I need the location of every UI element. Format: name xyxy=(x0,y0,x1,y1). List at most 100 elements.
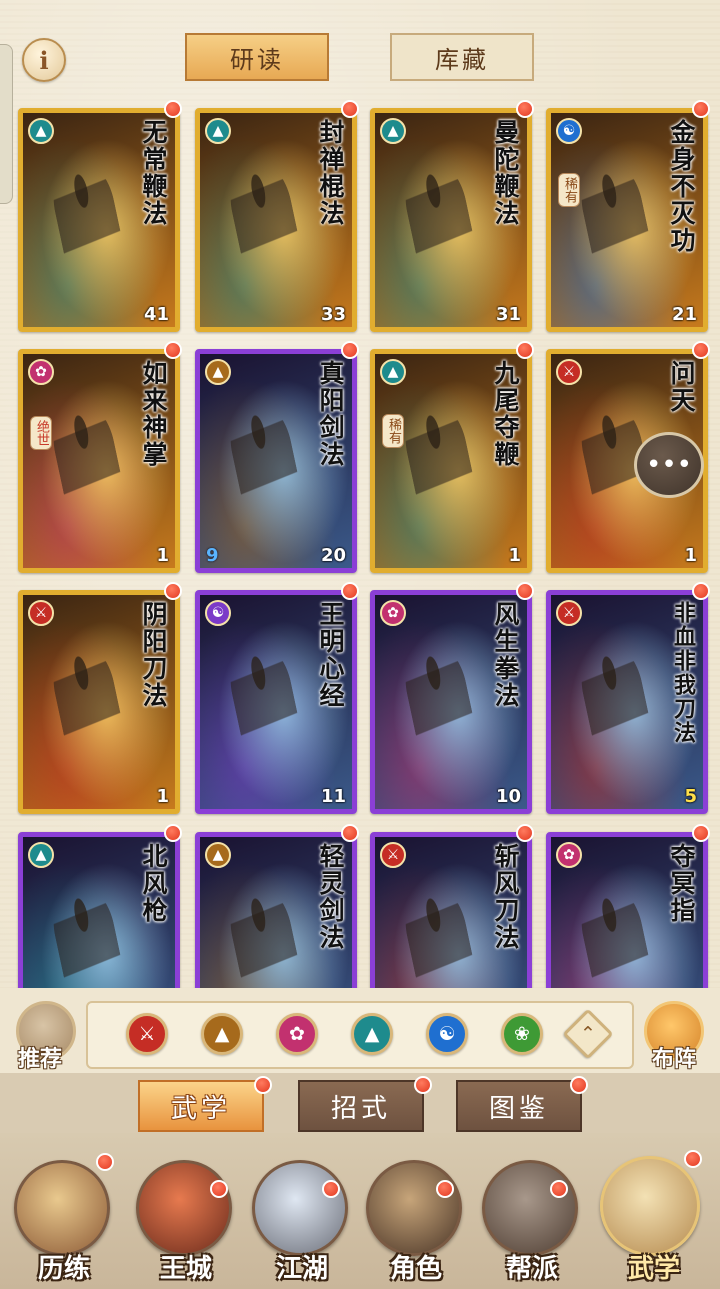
skill-card[interactable]: ✿ 夺冥指 xyxy=(546,832,708,988)
nav-guild-label[interactable]: 帮派 xyxy=(482,1248,582,1285)
notification-dot xyxy=(341,341,359,359)
leaf-icon[interactable]: ❀ xyxy=(501,1013,543,1055)
fan-icon: ▲ xyxy=(380,359,406,385)
skill-title: 真阳剑法 xyxy=(316,360,345,468)
skill-count: 21 xyxy=(671,304,697,325)
notification-dot xyxy=(692,824,710,842)
lotus-icon[interactable]: ✿ xyxy=(276,1013,318,1055)
nav-guild-icon[interactable] xyxy=(482,1160,578,1256)
notification-dot xyxy=(341,824,359,842)
skill-card[interactable]: ▲ 北风枪 xyxy=(18,832,180,988)
skill-card[interactable]: ⚔ 阴阳刀法 1 xyxy=(18,590,180,814)
skill-count: 31 xyxy=(495,304,521,325)
lotus-icon: ✿ xyxy=(28,359,54,385)
skill-title: 北风枪 xyxy=(139,843,168,924)
skill-card[interactable]: ⚔ 斩风刀法 xyxy=(370,832,532,988)
skill-count: 11 xyxy=(320,786,346,807)
skill-count: 1 xyxy=(156,545,169,566)
lotus-icon: ✿ xyxy=(380,600,406,626)
sword-icon[interactable]: ▲ xyxy=(201,1013,243,1055)
nav-character-label[interactable]: 角色 xyxy=(366,1248,466,1285)
fan-icon: ▲ xyxy=(28,118,54,144)
notification-dot xyxy=(436,1180,454,1198)
skill-card[interactable]: ▲ 真阳剑法 9 20 xyxy=(195,349,357,573)
skill-count: 1 xyxy=(156,786,169,807)
notification-dot xyxy=(692,341,710,359)
info-icon[interactable]: i xyxy=(22,38,66,82)
nav-character-icon[interactable] xyxy=(366,1160,462,1256)
skill-count: 5 xyxy=(684,786,697,807)
skill-title: 风生拳法 xyxy=(491,601,520,709)
skill-count: 10 xyxy=(495,786,521,807)
sword-icon: ▲ xyxy=(205,842,231,868)
notification-dot xyxy=(692,582,710,600)
skill-card[interactable]: ☯ 稀有 金身不灭功 21 xyxy=(546,108,708,332)
nav-martial-label[interactable]: 武学 xyxy=(604,1248,704,1285)
blade-icon: ⚔ xyxy=(556,600,582,626)
blade-icon: ⚔ xyxy=(556,359,582,385)
blade-icon[interactable]: ⚔ xyxy=(126,1013,168,1055)
subtab-atlas[interactable]: 图鉴 xyxy=(456,1080,582,1132)
notification-dot xyxy=(164,582,182,600)
skill-card[interactable]: ▲ 无常鞭法 41 xyxy=(18,108,180,332)
fan-icon[interactable]: ▲ xyxy=(351,1013,393,1055)
notification-dot xyxy=(164,341,182,359)
skill-card[interactable]: ▲ 曼陀鞭法 31 xyxy=(370,108,532,332)
skill-title: 非血非我刀法 xyxy=(670,601,696,745)
notification-dot xyxy=(341,100,359,118)
tab-study[interactable]: 研读 xyxy=(185,33,329,81)
notification-dot xyxy=(341,582,359,600)
skill-count: 41 xyxy=(143,304,169,325)
skill-card[interactable]: ▲ 轻灵剑法 xyxy=(195,832,357,988)
subtab-moves[interactable]: 招式 xyxy=(298,1080,424,1132)
notification-dot xyxy=(684,1150,702,1168)
yin-yang-icon[interactable]: ☯ xyxy=(426,1013,468,1055)
yin-yang-icon: ☯ xyxy=(556,118,582,144)
notification-dot xyxy=(414,1076,432,1094)
notification-dot xyxy=(96,1153,114,1171)
yin-yang-icon: ☯ xyxy=(205,600,231,626)
side-drawer-tab[interactable] xyxy=(0,44,13,204)
skill-card[interactable]: ▲ 稀有 九尾夺鞭 1 xyxy=(370,349,532,573)
card-grid: ▲ 无常鞭法 41 ▲ 封禅棍法 33 ▲ 曼陀鞭法 31 ☯ 稀有 金身不灭功 21 ✿ 绝世 如来神掌 1 ▲… xyxy=(0,0,720,988)
rarity-tag: 稀有 xyxy=(382,414,404,448)
nav-royal-city-label[interactable]: 王城 xyxy=(136,1248,236,1285)
formation-label: 布阵 xyxy=(652,1047,697,1072)
notification-dot xyxy=(516,824,534,842)
skill-title: 夺冥指 xyxy=(667,843,696,924)
skill-level: 9 xyxy=(206,545,219,566)
nav-royal-city-icon[interactable] xyxy=(136,1160,232,1256)
skill-card[interactable]: ✿ 风生拳法 10 xyxy=(370,590,532,814)
rarity-tag: 稀有 xyxy=(558,173,580,207)
recommend-label: 推荐 xyxy=(18,1047,63,1072)
subtab-martial[interactable]: 武学 xyxy=(138,1080,264,1132)
notification-dot xyxy=(516,582,534,600)
fan-icon: ▲ xyxy=(205,118,231,144)
skill-card[interactable]: ✿ 绝世 如来神掌 1 xyxy=(18,349,180,573)
skill-title: 轻灵剑法 xyxy=(316,843,345,951)
skill-title: 王明心经 xyxy=(316,601,345,709)
lotus-icon: ✿ xyxy=(556,842,582,868)
notification-dot xyxy=(164,100,182,118)
chat-bubble-icon[interactable]: ••• xyxy=(634,432,704,498)
skill-count: 20 xyxy=(320,545,346,566)
nav-training-icon[interactable] xyxy=(14,1160,110,1256)
notification-dot xyxy=(570,1076,588,1094)
skill-card[interactable]: ▲ 封禅棍法 33 xyxy=(195,108,357,332)
notification-dot xyxy=(164,824,182,842)
skill-count: 1 xyxy=(508,545,521,566)
nav-martial-icon[interactable] xyxy=(600,1156,700,1256)
nav-jianghu-icon[interactable] xyxy=(252,1160,348,1256)
tab-collection[interactable]: 库藏 xyxy=(390,33,534,81)
blade-icon: ⚔ xyxy=(28,600,54,626)
skill-title: 金身不灭功 xyxy=(667,119,696,254)
nav-training-label[interactable]: 历练 xyxy=(14,1248,114,1285)
fan-icon: ▲ xyxy=(28,842,54,868)
skill-title: 阴阳刀法 xyxy=(139,601,168,709)
skill-card[interactable]: ☯ 王明心经 11 xyxy=(195,590,357,814)
skill-card[interactable]: ⚔ 非血非我刀法 5 xyxy=(546,590,708,814)
skill-count: 33 xyxy=(320,304,346,325)
skill-title: 无常鞭法 xyxy=(139,119,168,227)
notification-dot xyxy=(516,100,534,118)
nav-jianghu-label[interactable]: 江湖 xyxy=(252,1248,352,1285)
